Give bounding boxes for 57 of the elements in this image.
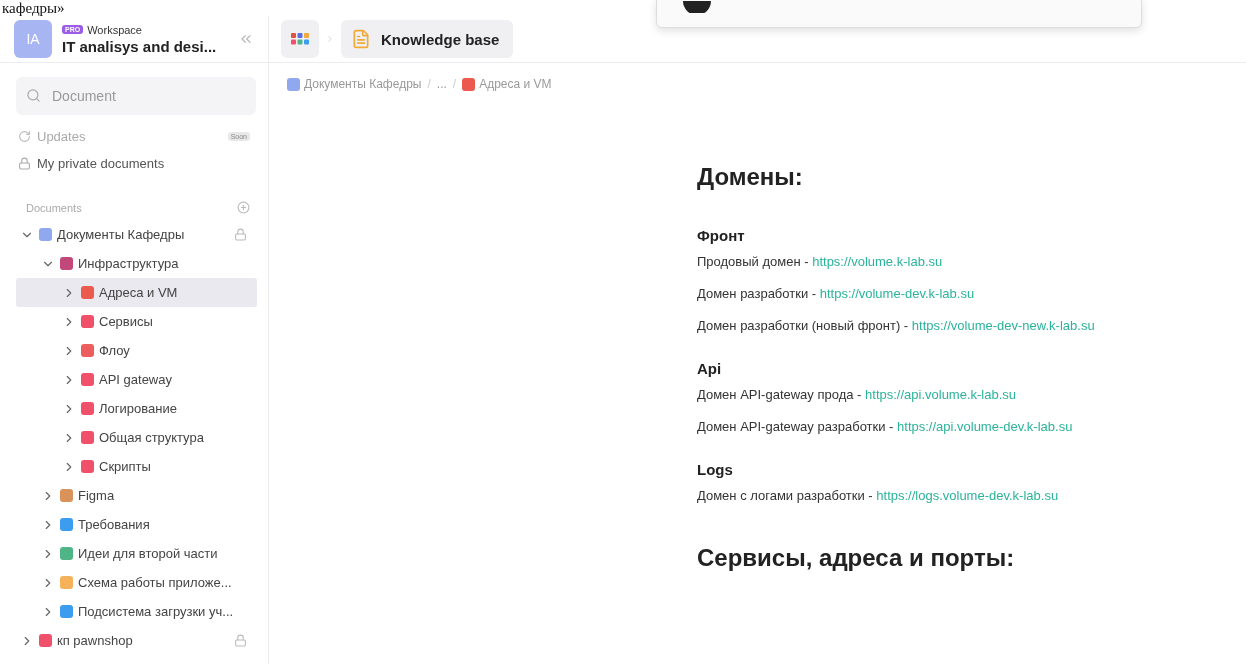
tree-item-label: Документы Кафедры (57, 227, 186, 242)
tree-item-label: API gateway (99, 372, 173, 387)
tree-item-label: Скрипты (99, 459, 152, 474)
tree-item-label: Схема работы приложе... (78, 575, 233, 590)
tree-item[interactable]: Адреса и VM (16, 278, 257, 307)
tree-item-label: Идеи для второй части (78, 546, 219, 561)
breadcrumb-separator: / (427, 77, 431, 91)
knowledge-base-button[interactable]: Knowledge base (341, 20, 514, 58)
heading: Домены: (697, 163, 804, 191)
tree-item[interactable]: Подсистема загрузки уч... (16, 597, 257, 626)
workspace-label: Workspace (87, 23, 142, 36)
subheading: Api (697, 360, 723, 377)
tree-item-label: кп pawnshop (57, 633, 134, 648)
search-icon (26, 88, 41, 103)
tree-item[interactable]: Флоу (16, 336, 257, 365)
heading: Сервисы, адреса и порты: (697, 544, 1016, 572)
tree-item-label: Сервисы (99, 314, 154, 329)
tree-item[interactable]: Требования (16, 510, 257, 539)
tree-item[interactable]: кп pawnshop (16, 626, 257, 655)
paragraph: Домен API-gateway разработки - https://api.volume-dev.k-lab.su (697, 419, 1074, 436)
tree-item-label: Требования (78, 517, 151, 532)
breadcrumb-separator: / (452, 77, 457, 91)
tree-item-label: Подсистема загрузки уч... (78, 604, 235, 619)
tree-item-label: Флоу (99, 343, 131, 358)
caption-text: кафедры» (1, 0, 65, 16)
apps-button[interactable] (281, 20, 319, 58)
paragraph: Домен разработки (новый фронт) - https://volume-dev-new.k-lab.su (697, 318, 1096, 335)
refresh-icon (18, 130, 31, 143)
document-icon (351, 29, 371, 49)
tree-item[interactable]: Документы Кафедры (16, 220, 257, 249)
tree-item[interactable]: Figma (16, 481, 257, 510)
lock-icon (18, 157, 31, 170)
nav-item[interactable]: My private documents (0, 150, 268, 177)
tree-item[interactable]: Схема работы приложе... (16, 568, 257, 597)
tree-item[interactable]: Сервисы (16, 307, 257, 336)
tree-item-label: Адреса и VM (99, 285, 179, 300)
paragraph: Домен с логами разработки - https://logs.volume-dev.k-lab.su (697, 488, 1060, 505)
tree-item[interactable]: Общая структура (16, 423, 257, 452)
paragraph: Домен разработки - https://volume-dev.k-lab.su (697, 286, 976, 303)
tree-item[interactable]: Скрипты (16, 452, 257, 481)
paragraph: Домен API-gateway прода - https://api.volume.k-lab.su (697, 387, 1018, 404)
subheading: Фронт (697, 227, 746, 244)
tree-item-label: Figma (78, 488, 116, 503)
chevron-right-icon (325, 34, 335, 44)
subheading: Logs (697, 461, 734, 478)
paragraph: Продовый домен - https://volume.k-lab.su (697, 254, 944, 271)
search-field[interactable]: Document (16, 77, 256, 115)
tree-item-label: Логирование (99, 401, 178, 416)
section-label: Documents (26, 201, 83, 214)
workspace-name[interactable]: IT analisys and desi... (62, 37, 228, 55)
apps-grid-icon (291, 33, 309, 45)
tree-item-label: Общая структура (99, 430, 205, 445)
tree-item[interactable]: API gateway (16, 365, 257, 394)
tree-item-label: Инфраструктура (78, 256, 180, 271)
tree-item[interactable]: Логирование (16, 394, 257, 423)
tree-item[interactable]: Инфраструктура (16, 249, 257, 278)
tree-item[interactable]: Идеи для второй части (16, 539, 257, 568)
